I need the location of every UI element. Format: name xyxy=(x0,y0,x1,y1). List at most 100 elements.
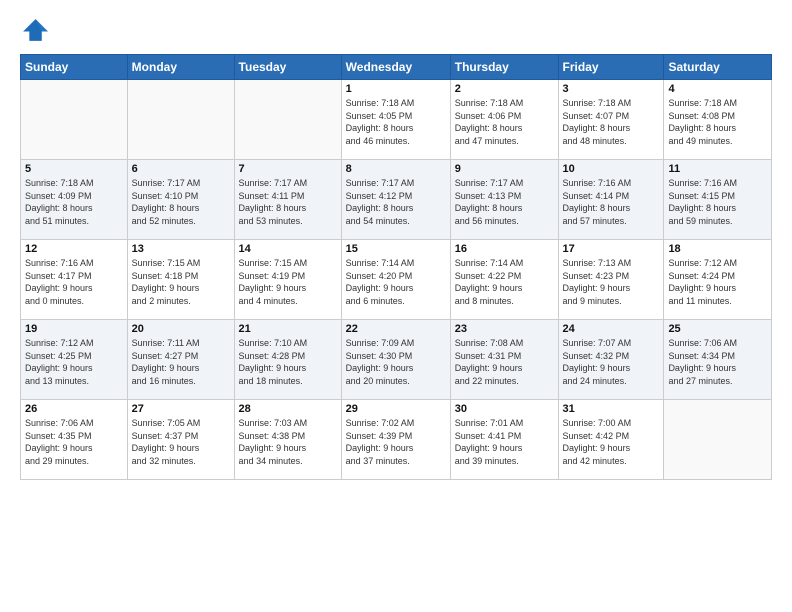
calendar-cell: 16 Sunrise: 7:14 AM Sunset: 4:22 PM Dayli… xyxy=(450,240,558,320)
day-number: 18 xyxy=(668,243,767,255)
calendar-header-saturday: Saturday xyxy=(664,55,772,80)
day-number: 10 xyxy=(563,163,660,175)
day-info: Sunrise: 7:07 AM Sunset: 4:32 PM Dayligh… xyxy=(563,337,660,387)
day-info: Sunrise: 7:00 AM Sunset: 4:42 PM Dayligh… xyxy=(563,417,660,467)
day-info: Sunrise: 7:13 AM Sunset: 4:23 PM Dayligh… xyxy=(563,257,660,307)
day-number: 25 xyxy=(668,323,767,335)
day-info: Sunrise: 7:18 AM Sunset: 4:09 PM Dayligh… xyxy=(25,177,123,227)
day-info: Sunrise: 7:14 AM Sunset: 4:20 PM Dayligh… xyxy=(346,257,446,307)
calendar-cell: 28Sunrise: 7:03 AM Sunset: 4:38 PM Dayli… xyxy=(234,400,341,480)
day-number: 7 xyxy=(239,163,337,175)
day-info: Sunrise: 7:11 AM Sunset: 4:27 PM Dayligh… xyxy=(132,337,230,387)
day-info: Sunrise: 7:16 AM Sunset: 4:15 PM Dayligh… xyxy=(668,177,767,227)
calendar-cell: 26 Sunrise: 7:06 AM Sunset: 4:35 PM Dayli… xyxy=(21,400,128,480)
day-number: 30 xyxy=(455,403,554,415)
day-info: Sunrise: 7:08 AM Sunset: 4:31 PM Dayligh… xyxy=(455,337,554,387)
calendar-cell: 12 Sunrise: 7:16 AM Sunset: 4:17 PM Dayli… xyxy=(21,240,128,320)
calendar-cell: 1Sunrise: 7:18 AM Sunset: 4:05 PM Daylig… xyxy=(341,80,450,160)
day-info: Sunrise: 7:14 AM Sunset: 4:22 PM Dayligh… xyxy=(455,257,554,307)
day-number: 11 xyxy=(668,163,767,175)
calendar-cell: 29 Sunrise: 7:02 AM Sunset: 4:39 PM Dayli… xyxy=(341,400,450,480)
calendar-cell: 18 Sunrise: 7:12 AM Sunset: 4:24 PM Dayli… xyxy=(664,240,772,320)
day-info: Sunrise: 7:12 AM Sunset: 4:24 PM Dayligh… xyxy=(668,257,767,307)
logo xyxy=(20,16,52,44)
calendar-cell: 3 Sunrise: 7:18 AM Sunset: 4:07 PM Daylig… xyxy=(558,80,664,160)
day-info: Sunrise: 7:06 AM Sunset: 4:34 PM Dayligh… xyxy=(668,337,767,387)
calendar-cell xyxy=(21,80,128,160)
day-number: 24 xyxy=(563,323,660,335)
day-number: 27 xyxy=(132,403,230,415)
calendar-header-sunday: Sunday xyxy=(21,55,128,80)
calendar-week-1: 5 Sunrise: 7:18 AM Sunset: 4:09 PM Daylig… xyxy=(21,160,772,240)
day-info: Sunrise: 7:02 AM Sunset: 4:39 PM Dayligh… xyxy=(346,417,446,467)
page: SundayMondayTuesdayWednesdayThursdayFrid… xyxy=(0,0,792,612)
calendar-cell: 13Sunrise: 7:15 AM Sunset: 4:18 PM Dayli… xyxy=(127,240,234,320)
day-number: 5 xyxy=(25,163,123,175)
day-info: Sunrise: 7:10 AM Sunset: 4:28 PM Dayligh… xyxy=(239,337,337,387)
calendar-cell xyxy=(234,80,341,160)
day-info: Sunrise: 7:17 AM Sunset: 4:11 PM Dayligh… xyxy=(239,177,337,227)
calendar-cell: 10 Sunrise: 7:16 AM Sunset: 4:14 PM Dayli… xyxy=(558,160,664,240)
logo-icon xyxy=(20,16,48,44)
day-info: Sunrise: 7:18 AM Sunset: 4:06 PM Dayligh… xyxy=(455,97,554,147)
day-number: 26 xyxy=(25,403,123,415)
calendar-cell: 30 Sunrise: 7:01 AM Sunset: 4:41 PM Dayli… xyxy=(450,400,558,480)
calendar-cell: 21 Sunrise: 7:10 AM Sunset: 4:28 PM Dayli… xyxy=(234,320,341,400)
calendar-week-0: 1Sunrise: 7:18 AM Sunset: 4:05 PM Daylig… xyxy=(21,80,772,160)
calendar-cell: 17Sunrise: 7:13 AM Sunset: 4:23 PM Dayli… xyxy=(558,240,664,320)
calendar-header-monday: Monday xyxy=(127,55,234,80)
calendar-cell xyxy=(664,400,772,480)
calendar-cell: 5 Sunrise: 7:18 AM Sunset: 4:09 PM Daylig… xyxy=(21,160,128,240)
day-number: 16 xyxy=(455,243,554,255)
calendar-cell: 11 Sunrise: 7:16 AM Sunset: 4:15 PM Dayli… xyxy=(664,160,772,240)
calendar-table: SundayMondayTuesdayWednesdayThursdayFrid… xyxy=(20,54,772,480)
day-number: 1 xyxy=(346,83,446,95)
day-number: 22 xyxy=(346,323,446,335)
day-info: Sunrise: 7:17 AM Sunset: 4:10 PM Dayligh… xyxy=(132,177,230,227)
day-info: Sunrise: 7:01 AM Sunset: 4:41 PM Dayligh… xyxy=(455,417,554,467)
day-info: Sunrise: 7:05 AM Sunset: 4:37 PM Dayligh… xyxy=(132,417,230,467)
day-number: 6 xyxy=(132,163,230,175)
calendar-cell: 15Sunrise: 7:14 AM Sunset: 4:20 PM Dayli… xyxy=(341,240,450,320)
calendar-cell: 14 Sunrise: 7:15 AM Sunset: 4:19 PM Dayli… xyxy=(234,240,341,320)
day-info: Sunrise: 7:17 AM Sunset: 4:12 PM Dayligh… xyxy=(346,177,446,227)
day-info: Sunrise: 7:06 AM Sunset: 4:35 PM Dayligh… xyxy=(25,417,123,467)
day-number: 3 xyxy=(563,83,660,95)
calendar-cell: 20 Sunrise: 7:11 AM Sunset: 4:27 PM Dayli… xyxy=(127,320,234,400)
day-info: Sunrise: 7:18 AM Sunset: 4:08 PM Dayligh… xyxy=(668,97,767,147)
day-number: 21 xyxy=(239,323,337,335)
day-number: 20 xyxy=(132,323,230,335)
calendar-cell: 25 Sunrise: 7:06 AM Sunset: 4:34 PM Dayli… xyxy=(664,320,772,400)
day-info: Sunrise: 7:12 AM Sunset: 4:25 PM Dayligh… xyxy=(25,337,123,387)
day-number: 31 xyxy=(563,403,660,415)
day-number: 23 xyxy=(455,323,554,335)
day-info: Sunrise: 7:16 AM Sunset: 4:14 PM Dayligh… xyxy=(563,177,660,227)
calendar-cell: 22 Sunrise: 7:09 AM Sunset: 4:30 PM Dayli… xyxy=(341,320,450,400)
calendar-header-friday: Friday xyxy=(558,55,664,80)
calendar-cell: 4Sunrise: 7:18 AM Sunset: 4:08 PM Daylig… xyxy=(664,80,772,160)
calendar-week-3: 19 Sunrise: 7:12 AM Sunset: 4:25 PM Dayli… xyxy=(21,320,772,400)
calendar-week-2: 12 Sunrise: 7:16 AM Sunset: 4:17 PM Dayli… xyxy=(21,240,772,320)
calendar-cell: 31 Sunrise: 7:00 AM Sunset: 4:42 PM Dayli… xyxy=(558,400,664,480)
calendar-header-thursday: Thursday xyxy=(450,55,558,80)
day-number: 2 xyxy=(455,83,554,95)
day-number: 14 xyxy=(239,243,337,255)
calendar-cell: 24 Sunrise: 7:07 AM Sunset: 4:32 PM Dayli… xyxy=(558,320,664,400)
day-info: Sunrise: 7:17 AM Sunset: 4:13 PM Dayligh… xyxy=(455,177,554,227)
calendar-header-tuesday: Tuesday xyxy=(234,55,341,80)
day-info: Sunrise: 7:03 AM Sunset: 4:38 PM Dayligh… xyxy=(239,417,337,467)
calendar-cell: 8Sunrise: 7:17 AM Sunset: 4:12 PM Daylig… xyxy=(341,160,450,240)
calendar-cell xyxy=(127,80,234,160)
day-number: 19 xyxy=(25,323,123,335)
day-number: 12 xyxy=(25,243,123,255)
day-number: 29 xyxy=(346,403,446,415)
day-info: Sunrise: 7:18 AM Sunset: 4:07 PM Dayligh… xyxy=(563,97,660,147)
calendar-cell: 6 Sunrise: 7:17 AM Sunset: 4:10 PM Daylig… xyxy=(127,160,234,240)
day-info: Sunrise: 7:09 AM Sunset: 4:30 PM Dayligh… xyxy=(346,337,446,387)
day-info: Sunrise: 7:16 AM Sunset: 4:17 PM Dayligh… xyxy=(25,257,123,307)
day-info: Sunrise: 7:15 AM Sunset: 4:19 PM Dayligh… xyxy=(239,257,337,307)
calendar-cell: 7 Sunrise: 7:17 AM Sunset: 4:11 PM Daylig… xyxy=(234,160,341,240)
calendar-cell: 2 Sunrise: 7:18 AM Sunset: 4:06 PM Daylig… xyxy=(450,80,558,160)
calendar-cell: 23 Sunrise: 7:08 AM Sunset: 4:31 PM Dayli… xyxy=(450,320,558,400)
day-number: 13 xyxy=(132,243,230,255)
